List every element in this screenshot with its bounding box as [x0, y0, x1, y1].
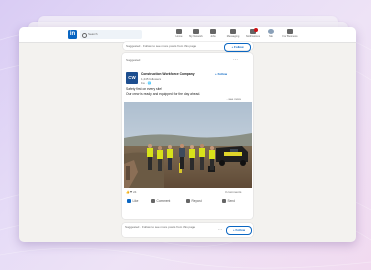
suggested-post-strip: Suggested · Follow to see more posts fro…	[123, 42, 253, 52]
nav-jobs-label: Jobs	[210, 35, 216, 38]
nav-business-label: For Business	[282, 35, 298, 38]
search-placeholder: Search	[88, 32, 98, 36]
follow-button[interactable]: + Follow	[226, 226, 252, 235]
jobs-icon	[210, 29, 216, 34]
like-button[interactable]: Like	[127, 199, 138, 203]
post-photo[interactable]	[124, 102, 252, 188]
like-label: Like	[132, 199, 139, 204]
post-time: 1w · 🌐	[141, 81, 152, 85]
search-input[interactable]: Search	[80, 30, 142, 39]
nav-notifications[interactable]: Notifications	[244, 28, 262, 41]
send-icon	[222, 199, 226, 203]
post-context-line: Suggested	[126, 58, 141, 62]
notification-badge	[254, 28, 258, 32]
avatar-icon	[268, 29, 274, 34]
like-icon	[127, 199, 131, 203]
search-icon	[82, 33, 87, 38]
nav-messaging-label: Messaging	[226, 35, 240, 38]
nav-home-label: Home	[175, 35, 183, 38]
more-options-icon[interactable]: ⋯	[233, 57, 238, 63]
repost-label: Repost	[191, 199, 202, 204]
comment-icon	[151, 199, 155, 203]
follow-button[interactable]: + Follow	[224, 42, 251, 52]
nav-my-network[interactable]: My Network	[187, 28, 205, 41]
linkedin-top-nav: in Search Home My Network Jobs Messaging…	[19, 27, 356, 43]
company-name[interactable]: Construction Workforce Company	[141, 72, 195, 76]
suggested-text: Suggested · Follow to see more posts fro…	[126, 44, 197, 48]
more-options-icon[interactable]: ⋯	[218, 227, 222, 232]
grid-icon	[287, 29, 293, 34]
construction-crew-photo	[124, 102, 252, 188]
nav-for-business[interactable]: For Business	[281, 28, 299, 41]
repost-button[interactable]: Repost	[186, 199, 202, 203]
send-button[interactable]: Send	[222, 199, 235, 203]
suggested-text: Suggested · Follow to see more posts fro…	[125, 225, 196, 229]
nav-notifications-label: Notifications	[245, 35, 261, 38]
comment-count[interactable]: 3 comments	[225, 190, 241, 194]
browser-window: in Search Home My Network Jobs Messaging…	[19, 27, 356, 242]
nav-messaging[interactable]: Messaging	[224, 28, 242, 41]
nav-me[interactable]: Me	[262, 28, 280, 41]
network-icon	[193, 29, 199, 34]
post-follow-button[interactable]: + Follow	[215, 72, 227, 76]
post-action-bar: Like Comment Repost Send	[124, 197, 252, 207]
send-label: Send	[227, 199, 235, 204]
reaction-count[interactable]: 👍❤ 24	[126, 190, 136, 194]
comment-label: Comment	[156, 199, 171, 204]
comment-button[interactable]: Comment	[151, 199, 170, 203]
repost-icon	[186, 199, 190, 203]
nav-network-label: My Network	[189, 35, 203, 38]
linkedin-logo[interactable]: in	[68, 30, 77, 39]
suggested-post-strip-bottom: Suggested · Follow to see more posts fro…	[122, 223, 253, 237]
company-logo[interactable]: CW	[126, 72, 138, 84]
post-text-line: Our crew is ready and equipped for the d…	[126, 92, 201, 96]
home-icon	[176, 29, 182, 34]
post-text-line: Safety first on every site!	[126, 87, 163, 91]
see-more-link[interactable]: ...see more	[226, 97, 241, 101]
nav-jobs[interactable]: Jobs	[204, 28, 222, 41]
messaging-icon	[230, 29, 236, 34]
nav-home[interactable]: Home	[170, 28, 188, 41]
nav-me-label: Me	[269, 35, 273, 38]
